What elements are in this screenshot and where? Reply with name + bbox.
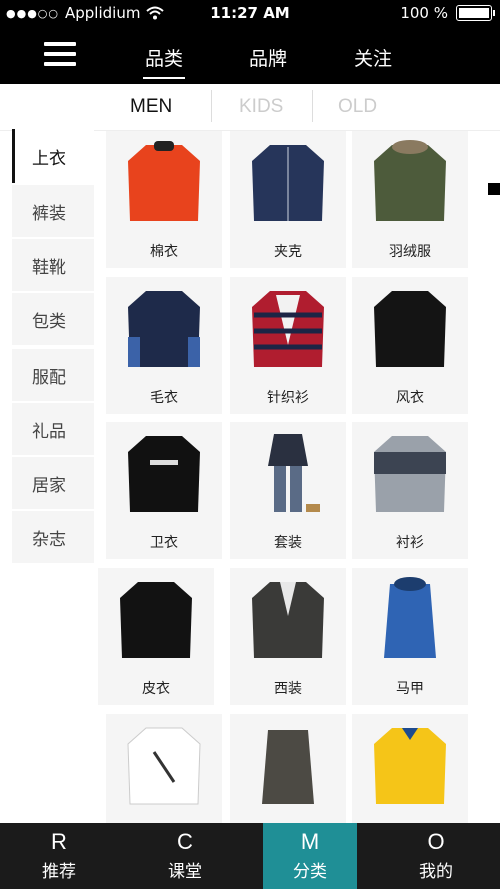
product-card-sweater[interactable]: 毛衣	[106, 277, 222, 414]
jacket-image	[374, 140, 446, 221]
sidebar-item-bags[interactable]: 包类	[12, 293, 94, 345]
gender-tabs: MEN KIDS OLD	[0, 84, 500, 131]
tab-classroom[interactable]: C 课堂	[138, 823, 232, 889]
category-sidebar: 上衣 裤装 鞋靴 包类 服配 礼品 居家 杂志	[12, 129, 94, 565]
product-card-cardigan[interactable]: 针织衫	[230, 277, 346, 414]
sidebar-item-accessories[interactable]: 服配	[12, 349, 94, 401]
recommend-icon: R	[51, 829, 67, 854]
tab-kids[interactable]: KIDS	[239, 96, 283, 118]
tab-brand[interactable]: 品牌	[249, 44, 287, 71]
product-label: 卫衣	[150, 535, 178, 551]
classroom-icon: C	[177, 829, 193, 854]
product-card-vest[interactable]: 马甲	[352, 568, 468, 705]
product-label: 风衣	[396, 390, 424, 406]
outfit-image	[268, 434, 320, 512]
tab-category[interactable]: 品类	[142, 44, 186, 79]
product-label: 套装	[274, 535, 302, 551]
sidebar-item-label: 居家	[32, 475, 66, 496]
divider	[211, 90, 212, 122]
product-label: 毛衣	[150, 390, 178, 406]
tab-label: 课堂	[168, 862, 202, 882]
sidebar-item-label: 礼品	[32, 421, 66, 442]
tab-men[interactable]: MEN	[130, 96, 172, 118]
product-label: 西装	[274, 681, 302, 697]
product-card-suit[interactable]: 西装	[230, 568, 346, 705]
product-label: 马甲	[396, 681, 424, 697]
tab-profile[interactable]: O 我的	[389, 823, 483, 889]
vest-image	[384, 577, 436, 658]
tab-old[interactable]: OLD	[338, 96, 377, 118]
coat-image	[374, 291, 446, 367]
sidebar-item-gifts[interactable]: 礼品	[12, 403, 94, 455]
product-card-trench-coat[interactable]: 风衣	[352, 277, 468, 414]
jacket-image	[128, 141, 200, 221]
product-label: 夹克	[274, 244, 302, 260]
sidebar-item-tops[interactable]: 上衣	[12, 129, 94, 183]
sidebar-item-magazine[interactable]: 杂志	[12, 511, 94, 563]
product-card-leather-jacket[interactable]: 皮衣	[98, 568, 214, 705]
product-card-shirt[interactable]: 衬衫	[352, 422, 468, 559]
product-label: 皮衣	[142, 681, 170, 697]
tab-label: 我的	[419, 862, 453, 882]
product-card-cotton-coat[interactable]: 棉衣	[106, 131, 222, 268]
divider	[312, 90, 313, 122]
hamburger-menu-icon[interactable]	[44, 42, 76, 66]
waistcoat-image	[262, 730, 314, 804]
sweater-image	[128, 291, 200, 367]
top-nav: 品类 品牌 关注	[0, 26, 500, 84]
shirt-image	[374, 436, 446, 512]
tab-categories[interactable]: M 分类	[263, 823, 357, 889]
polo-image	[374, 728, 446, 804]
tab-follow[interactable]: 关注	[354, 44, 392, 71]
sidebar-item-shoes[interactable]: 鞋靴	[12, 239, 94, 291]
sidebar-item-pants[interactable]: 裤装	[12, 185, 94, 237]
product-card-jacket[interactable]: 夹克	[230, 131, 346, 268]
sidebar-item-label: 服配	[32, 367, 66, 388]
product-label: 衬衫	[396, 535, 424, 551]
profile-icon: O	[427, 829, 445, 854]
sidebar-item-label: 杂志	[32, 529, 66, 550]
tab-label: 推荐	[42, 862, 76, 882]
tab-label: 分类	[293, 862, 327, 882]
scroll-indicator	[488, 183, 500, 195]
sidebar-item-label: 鞋靴	[32, 257, 66, 278]
categories-icon: M	[300, 829, 320, 854]
product-card-down-jacket[interactable]: 羽绒服	[352, 131, 468, 268]
cardigan-image	[252, 291, 324, 367]
sidebar-item-label: 上衣	[32, 148, 66, 169]
sweatshirt-image	[128, 436, 200, 512]
suit-image	[252, 582, 324, 658]
sidebar-item-home[interactable]: 居家	[12, 457, 94, 509]
product-card-outfit-set[interactable]: 套装	[230, 422, 346, 559]
tshirt-image	[127, 727, 201, 805]
sidebar-item-label: 包类	[32, 311, 66, 332]
sidebar-item-label: 裤装	[32, 203, 66, 224]
leather-jacket-image	[120, 582, 192, 658]
product-label: 棉衣	[150, 244, 178, 260]
battery-group: 100 %	[400, 4, 495, 22]
jacket-image	[252, 145, 324, 221]
battery-icon	[456, 5, 495, 21]
battery-percent: 100 %	[400, 4, 448, 22]
bottom-tab-bar: R 推荐 C 课堂 M 分类 O 我的	[0, 823, 500, 889]
status-bar: ●●●○○ Applidium 11:27 AM 100 %	[0, 0, 500, 26]
product-label: 羽绒服	[389, 244, 431, 260]
tab-recommend[interactable]: R 推荐	[12, 823, 106, 889]
product-card-hoodie[interactable]: 卫衣	[106, 422, 222, 559]
product-label: 针织衫	[267, 390, 309, 406]
